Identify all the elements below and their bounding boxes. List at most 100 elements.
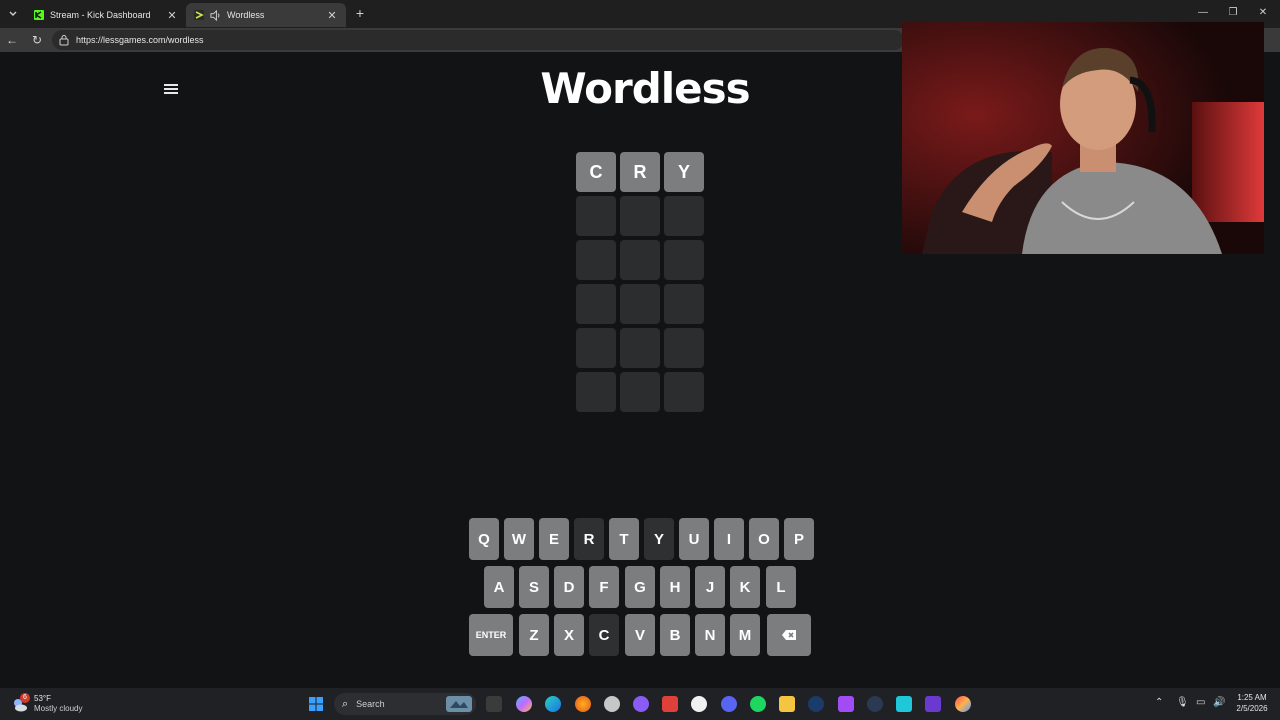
app-colorful-icon[interactable]: [955, 696, 971, 712]
key-q[interactable]: Q: [469, 518, 499, 560]
key-x[interactable]: X: [554, 614, 584, 656]
letter-tile: [576, 196, 616, 236]
key-p[interactable]: P: [784, 518, 814, 560]
key-b[interactable]: B: [660, 614, 690, 656]
close-window-icon[interactable]: ✕: [1256, 6, 1270, 20]
site-info-icon[interactable]: [58, 34, 70, 46]
app-cyan-icon[interactable]: [896, 696, 912, 712]
video-editor-icon[interactable]: [838, 696, 854, 712]
key-g[interactable]: G: [625, 566, 655, 608]
chevron-up-icon[interactable]: ⌃: [1155, 697, 1163, 708]
twitch-tool-icon[interactable]: [633, 696, 649, 712]
backspace-key[interactable]: [767, 614, 811, 656]
key-h[interactable]: H: [660, 566, 690, 608]
grid-row: [576, 284, 704, 324]
letter-tile: [576, 372, 616, 412]
grid-row: [576, 328, 704, 368]
copilot-icon[interactable]: [516, 696, 532, 712]
letter-tile: [664, 196, 704, 236]
speaker-icon[interactable]: [210, 9, 221, 21]
app-dark-icon[interactable]: [867, 696, 883, 712]
fx-app-icon[interactable]: [925, 696, 941, 712]
obs-icon[interactable]: [604, 696, 620, 712]
menu-icon[interactable]: [164, 84, 178, 96]
keyboard-row: QWERTYUIOP: [469, 518, 814, 562]
key-z[interactable]: Z: [519, 614, 549, 656]
microphone-icon[interactable]: 🎙: [1176, 697, 1189, 708]
tab-title: Wordless: [227, 10, 265, 20]
close-tab-icon[interactable]: ✕: [326, 9, 338, 22]
key-d[interactable]: D: [554, 566, 584, 608]
new-tab-button[interactable]: +: [352, 5, 368, 21]
keyboard-row: ENTER Z X C V B N M: [469, 614, 811, 658]
discord-icon[interactable]: [721, 696, 737, 712]
key-r[interactable]: R: [574, 518, 604, 560]
page-title: Wordless: [540, 64, 750, 113]
key-t[interactable]: T: [609, 518, 639, 560]
url-text: https://lessgames.com/wordless: [76, 35, 204, 45]
key-k[interactable]: K: [730, 566, 760, 608]
taskbar-search[interactable]: ⌕ Search: [334, 693, 476, 715]
key-e[interactable]: E: [539, 518, 569, 560]
file-explorer-icon[interactable]: [779, 696, 795, 712]
windows-start-icon[interactable]: [308, 696, 324, 712]
letter-tile: [576, 328, 616, 368]
key-o[interactable]: O: [749, 518, 779, 560]
letter-tile: [664, 284, 704, 324]
tab-title: Stream - Kick Dashboard: [50, 10, 151, 20]
key-i[interactable]: I: [714, 518, 744, 560]
key-c[interactable]: C: [589, 614, 619, 656]
network-icon[interactable]: ▭: [1196, 697, 1205, 708]
weather-widget[interactable]: 6 53°F Mostly cloudy: [12, 693, 112, 715]
kick-logo-icon: [34, 10, 44, 20]
key-w[interactable]: W: [504, 518, 534, 560]
key-y[interactable]: Y: [644, 518, 674, 560]
letter-tile: C: [576, 152, 616, 192]
clock-date: 2/5/2026: [1236, 704, 1268, 713]
key-m[interactable]: M: [730, 614, 760, 656]
close-tab-icon[interactable]: ✕: [166, 9, 178, 22]
firefox-icon[interactable]: [575, 696, 591, 712]
tab-wordless[interactable]: Wordless ✕: [186, 3, 346, 27]
letter-tile: [620, 372, 660, 412]
enter-key[interactable]: ENTER: [469, 614, 513, 656]
letter-tile: R: [620, 152, 660, 192]
steam-icon[interactable]: [808, 696, 824, 712]
keyboard-row: ASDFGHJKL: [469, 566, 811, 610]
weather-description: Mostly cloudy: [34, 704, 83, 713]
music-app-icon[interactable]: [691, 696, 707, 712]
streamer-webcam-image: [902, 22, 1264, 254]
search-icon: ⌕: [342, 697, 349, 710]
url-field[interactable]: https://lessgames.com/wordless: [52, 30, 904, 50]
letter-tile: [576, 240, 616, 280]
key-l[interactable]: L: [766, 566, 796, 608]
refresh-icon[interactable]: ↻: [29, 32, 45, 48]
letter-tile: [620, 328, 660, 368]
key-u[interactable]: U: [679, 518, 709, 560]
task-view-icon[interactable]: [486, 696, 502, 712]
volume-icon[interactable]: 🔊: [1213, 697, 1225, 708]
spotify-icon[interactable]: [750, 696, 766, 712]
minimize-icon[interactable]: —: [1196, 6, 1210, 20]
key-f[interactable]: F: [589, 566, 619, 608]
letter-tile: Y: [664, 152, 704, 192]
key-s[interactable]: S: [519, 566, 549, 608]
tab-kick-dashboard[interactable]: Stream - Kick Dashboard ✕: [26, 3, 186, 27]
weather-temperature: 53°F: [34, 694, 51, 703]
key-j[interactable]: J: [695, 566, 725, 608]
app-red-icon[interactable]: [662, 696, 678, 712]
key-n[interactable]: N: [695, 614, 725, 656]
system-clock[interactable]: 1:25 AM 2/5/2026: [1230, 692, 1274, 714]
key-v[interactable]: V: [625, 614, 655, 656]
chevron-down-icon: [9, 11, 17, 16]
restore-icon[interactable]: ❐: [1226, 6, 1240, 20]
tab-actions-button[interactable]: [4, 5, 22, 23]
back-arrow-icon[interactable]: ←: [4, 32, 20, 48]
notification-badge: 6: [20, 693, 30, 703]
letter-tile: [664, 328, 704, 368]
key-a[interactable]: A: [484, 566, 514, 608]
edge-browser-icon[interactable]: [545, 696, 561, 712]
guess-grid: CRY: [576, 152, 704, 416]
search-highlight-icon: [446, 696, 472, 712]
letter-tile: [664, 372, 704, 412]
